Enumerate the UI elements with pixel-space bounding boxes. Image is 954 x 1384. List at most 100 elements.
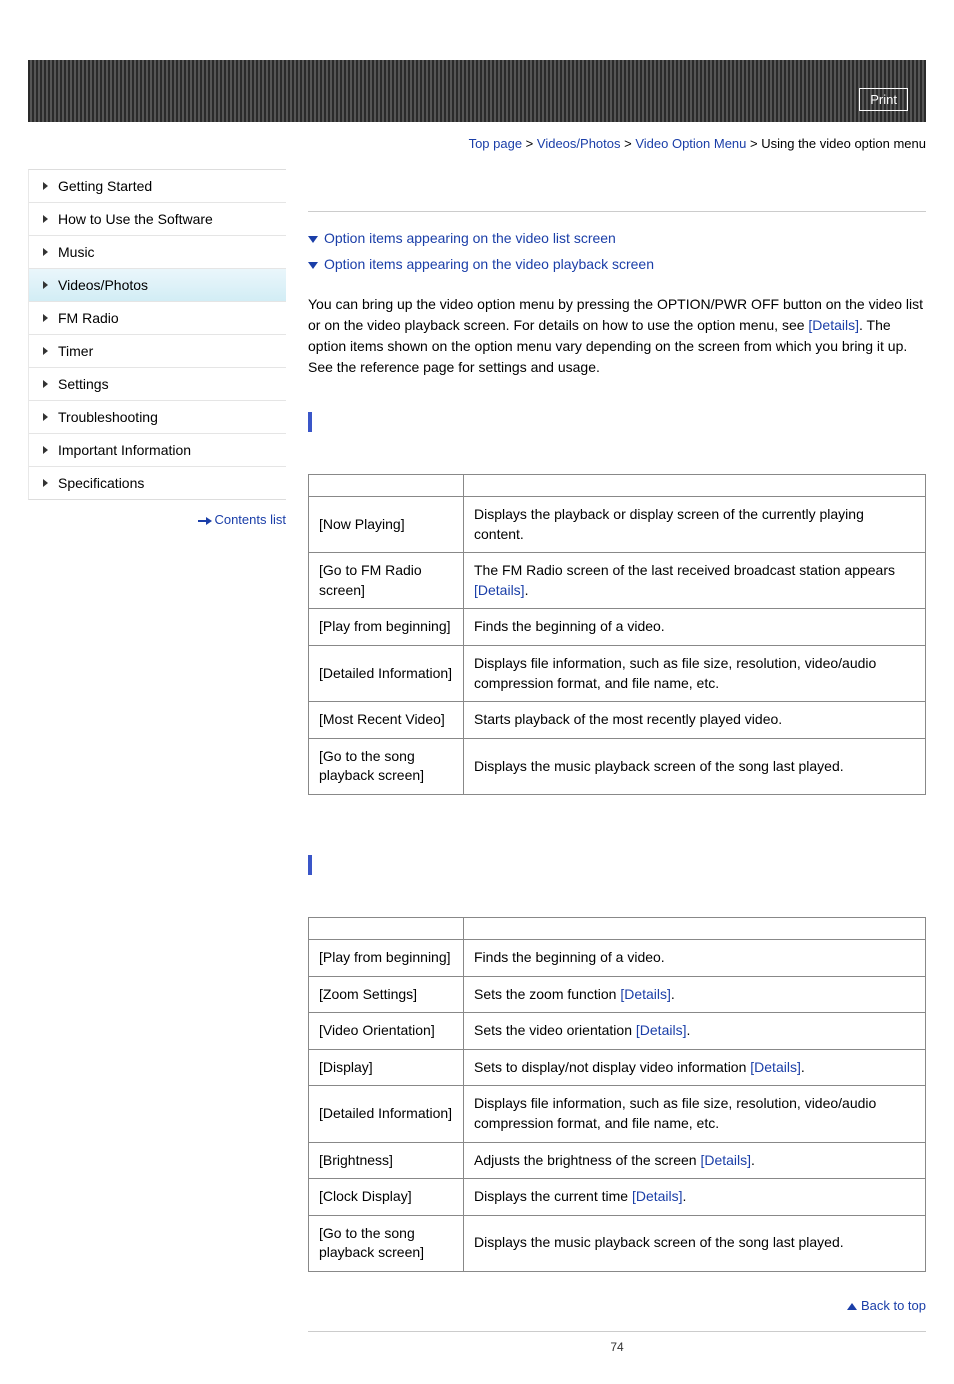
sidebar-item[interactable]: Getting Started xyxy=(29,170,286,203)
table-header xyxy=(464,475,926,497)
details-link[interactable]: [Details] xyxy=(632,1188,683,1204)
table-row: [Clock Display]Displays the current time… xyxy=(309,1179,926,1216)
option-item: [Now Playing] xyxy=(309,497,464,553)
details-link[interactable]: [Details] xyxy=(474,582,525,598)
caret-right-icon xyxy=(43,347,48,355)
sidebar-item[interactable]: FM Radio xyxy=(29,302,286,335)
option-item: [Video Orientation] xyxy=(309,1013,464,1050)
option-desc: Displays the music playback screen of th… xyxy=(464,1215,926,1271)
table-row: [Video Orientation] Sets the video orient… xyxy=(309,1013,926,1050)
table-row: [Most Recent Video]Starts playback of th… xyxy=(309,702,926,739)
sidebar-item[interactable]: How to Use the Software xyxy=(29,203,286,236)
option-item: [Clock Display] xyxy=(309,1179,464,1216)
desc-text: The FM Radio screen of the last received… xyxy=(474,562,895,578)
chevron-down-icon xyxy=(308,236,318,243)
contents-list-link[interactable]: Contents list xyxy=(214,512,286,527)
table-row: [Play from beginning]Finds the beginning… xyxy=(309,609,926,646)
breadcrumb-sep: > xyxy=(621,136,636,151)
sidebar-item[interactable]: Troubleshooting xyxy=(29,401,286,434)
table-row: [Go to the song playback screen]Displays… xyxy=(309,1215,926,1271)
option-item: [Go to FM Radio screen] xyxy=(309,553,464,609)
details-link[interactable]: [Details] xyxy=(636,1022,687,1038)
section-heading-playback xyxy=(308,855,926,875)
jump-link-playback-screen[interactable]: Option items appearing on the video play… xyxy=(324,256,654,272)
chevron-down-icon xyxy=(308,262,318,269)
sidebar-item-label: FM Radio xyxy=(58,310,119,326)
option-item: [Play from beginning] xyxy=(309,939,464,976)
page-number: 74 xyxy=(308,1340,926,1354)
sidebar-item[interactable]: Timer xyxy=(29,335,286,368)
sidebar-item-label: Settings xyxy=(58,376,109,392)
intro-details-link[interactable]: [Details] xyxy=(808,317,859,333)
caret-right-icon xyxy=(43,479,48,487)
option-desc: Displays file information, such as file … xyxy=(464,645,926,701)
sidebar-item[interactable]: Settings xyxy=(29,368,286,401)
caret-right-icon xyxy=(43,380,48,388)
breadcrumb-cat[interactable]: Videos/Photos xyxy=(537,136,621,151)
sidebar-item-label: Specifications xyxy=(58,475,144,491)
caret-right-icon xyxy=(43,182,48,190)
sidebar-item-label: Troubleshooting xyxy=(58,409,158,425)
desc-text: . xyxy=(686,1022,690,1038)
options-table-list: [Now Playing]Displays the playback or di… xyxy=(308,474,926,795)
sidebar-item-label: Getting Started xyxy=(58,178,152,194)
table-header xyxy=(309,475,464,497)
caret-right-icon xyxy=(43,413,48,421)
option-item: [Play from beginning] xyxy=(309,609,464,646)
sidebar-item[interactable]: Specifications xyxy=(29,467,286,499)
option-desc: Displays file information, such as file … xyxy=(464,1086,926,1142)
sidebar-item[interactable]: Important Information xyxy=(29,434,286,467)
option-desc: Adjusts the brightness of the screen [De… xyxy=(464,1142,926,1179)
option-desc: Displays the playback or display screen … xyxy=(464,497,926,553)
desc-text: . xyxy=(751,1152,755,1168)
sidebar-item-label: Music xyxy=(58,244,95,260)
option-item: [Go to the song playback screen] xyxy=(309,738,464,794)
caret-right-icon xyxy=(43,314,48,322)
option-desc: Displays the current time [Details]. xyxy=(464,1179,926,1216)
table-row: [Brightness]Adjusts the brightness of th… xyxy=(309,1142,926,1179)
option-desc: Sets the zoom function [Details]. xyxy=(464,976,926,1013)
caret-right-icon xyxy=(43,281,48,289)
details-link[interactable]: [Details] xyxy=(620,986,671,1002)
print-button[interactable]: Print xyxy=(859,88,908,111)
sidebar-item-label: How to Use the Software xyxy=(58,211,213,227)
desc-text: Sets the video orientation xyxy=(474,1022,636,1038)
table-row: [Go to FM Radio screen] The FM Radio scre… xyxy=(309,553,926,609)
sidebar-item-label: Timer xyxy=(58,343,93,359)
table-row: [Now Playing]Displays the playback or di… xyxy=(309,497,926,553)
desc-text: . xyxy=(525,582,529,598)
breadcrumb: Top page > Videos/Photos > Video Option … xyxy=(28,136,926,151)
desc-text: . xyxy=(683,1188,687,1204)
breadcrumb-top[interactable]: Top page xyxy=(469,136,523,151)
option-desc: Sets to display/not display video inform… xyxy=(464,1049,926,1086)
desc-text: Sets the zoom function xyxy=(474,986,620,1002)
details-link[interactable]: [Details] xyxy=(750,1059,801,1075)
sidebar-item[interactable]: Videos/Photos xyxy=(29,269,286,302)
breadcrumb-sub[interactable]: Video Option Menu xyxy=(635,136,746,151)
table-row: [Detailed Information]Displays file info… xyxy=(309,1086,926,1142)
table-row: [Go to the song playback screen]Displays… xyxy=(309,738,926,794)
option-desc: Displays the music playback screen of th… xyxy=(464,738,926,794)
sidebar-nav: Getting Started How to Use the Software Mu… xyxy=(28,169,286,500)
caret-right-icon xyxy=(43,446,48,454)
sidebar-item-label: Videos/Photos xyxy=(58,277,148,293)
breadcrumb-sep: > xyxy=(746,136,761,151)
desc-text: . xyxy=(801,1059,805,1075)
table-header xyxy=(309,917,464,939)
sidebar-item[interactable]: Music xyxy=(29,236,286,269)
option-desc: Finds the beginning of a video. xyxy=(464,939,926,976)
jump-link-list-screen[interactable]: Option items appearing on the video list… xyxy=(324,230,616,246)
caret-right-icon xyxy=(43,248,48,256)
desc-text: Displays the current time xyxy=(474,1188,632,1204)
option-item: [Zoom Settings] xyxy=(309,976,464,1013)
option-item: [Detailed Information] xyxy=(309,1086,464,1142)
intro-paragraph: You can bring up the video option menu b… xyxy=(308,294,926,378)
options-table-playback: [Play from beginning]Finds the beginning… xyxy=(308,917,926,1272)
table-row: [Play from beginning]Finds the beginning… xyxy=(309,939,926,976)
section-heading-list xyxy=(308,412,926,432)
back-to-top-link[interactable]: Back to top xyxy=(861,1298,926,1313)
details-link[interactable]: [Details] xyxy=(700,1152,751,1168)
breadcrumb-sep: > xyxy=(522,136,537,151)
desc-text: . xyxy=(671,986,675,1002)
option-item: [Go to the song playback screen] xyxy=(309,1215,464,1271)
